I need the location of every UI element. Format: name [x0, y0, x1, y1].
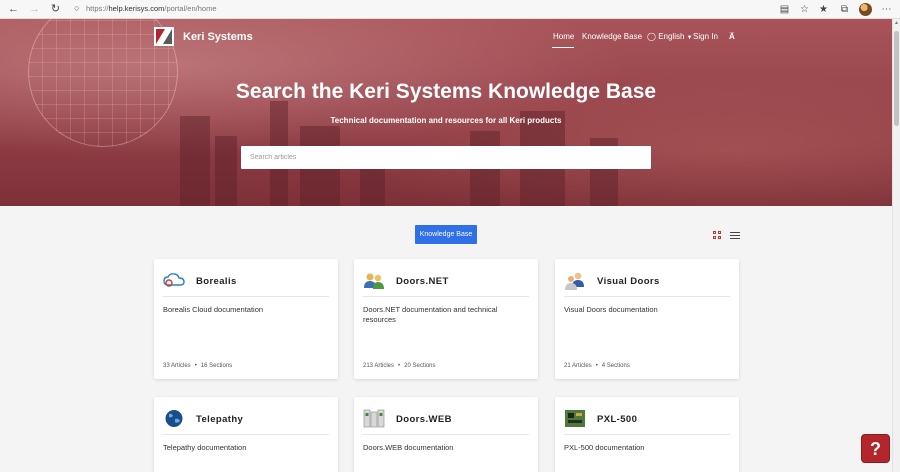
search-input[interactable] — [241, 146, 651, 169]
section-count: 4 Sections — [601, 363, 630, 369]
url-path: /portal/en/home — [164, 4, 217, 13]
category-card-doors-web[interactable]: Doors.WEB Doors.WEB documentation — [354, 397, 538, 472]
card-title[interactable]: Doors.WEB — [396, 414, 452, 425]
card-title[interactable]: Telepathy — [196, 414, 243, 425]
card-description: PXL-500 documentation — [564, 443, 645, 452]
card-description: Borealis Cloud documentation — [163, 305, 264, 314]
grid-view-icon[interactable] — [713, 231, 722, 240]
address-bar[interactable]: https://help.kerisys.com/portal/en/home — [86, 4, 217, 13]
card-divider — [363, 434, 529, 435]
cloud-icon — [163, 273, 185, 287]
nav-home[interactable]: Home — [553, 32, 574, 41]
section-count: 16 Sections — [200, 363, 233, 369]
page-subtitle: Technical documentation and resources fo… — [330, 116, 562, 125]
accessibility-icon[interactable]: A̅ — [729, 32, 735, 41]
category-card-doors-net[interactable]: Doors.NET Doors.NET documentation and te… — [354, 259, 538, 379]
read-aloud-icon[interactable]: ☆ — [798, 3, 811, 16]
caret-down-icon: ▼ — [686, 35, 693, 41]
users-icon — [364, 273, 384, 289]
language-label: English — [658, 32, 685, 41]
category-card-telepathy[interactable]: Telepathy Telepathy documentation — [154, 397, 338, 472]
browser-toolbar: ← → ↻ ○ https://help.kerisys.com/portal/… — [0, 0, 900, 19]
card-title[interactable]: Doors.NET — [396, 276, 449, 287]
collections-icon[interactable]: ⧉ — [838, 3, 851, 16]
article-count: 213 Articles — [363, 363, 395, 369]
circuit-board-icon — [565, 410, 585, 427]
forward-icon[interactable]: → — [28, 3, 41, 16]
card-description: Doors.WEB documentation — [363, 443, 454, 452]
card-description: Doors.NET documentation and technical re… — [363, 305, 498, 324]
article-count: 21 Articles — [564, 363, 592, 369]
nav-active-indicator — [552, 47, 574, 48]
card-divider — [163, 296, 329, 297]
card-stats: 213 Articles • 20 Sections — [363, 363, 436, 369]
url-host: help.kerisys.com — [108, 4, 165, 13]
nav-knowledge-base[interactable]: Knowledge Base — [582, 32, 642, 41]
card-description: Visual Doors documentation — [564, 305, 658, 314]
card-stats: 21 Articles • 4 Sections — [564, 363, 630, 369]
brand-name[interactable]: Keri Systems — [183, 31, 253, 43]
article-count: 33 Articles — [163, 363, 191, 369]
globe-icon — [165, 410, 183, 427]
card-divider — [363, 296, 529, 297]
keri-logo-icon[interactable] — [154, 27, 174, 46]
building-graphic — [215, 136, 237, 206]
list-view-icon[interactable] — [730, 231, 740, 240]
user-group-icon — [565, 272, 584, 290]
card-divider — [163, 434, 329, 435]
server-icon — [363, 409, 385, 428]
knowledge-base-button[interactable]: Knowledge Base — [415, 225, 477, 244]
card-title[interactable]: PXL-500 — [597, 414, 637, 425]
page-title: Search the Keri Systems Knowledge Base — [235, 80, 657, 103]
favorites-icon[interactable]: ★ — [817, 3, 830, 16]
category-card-visual-doors[interactable]: Visual Doors Visual Doors documentation … — [555, 259, 739, 379]
category-card-borealis[interactable]: Borealis Borealis Cloud documentation 33… — [154, 259, 338, 379]
card-title[interactable]: Visual Doors — [597, 276, 660, 287]
sign-in-link[interactable]: Sign In — [693, 32, 718, 41]
card-title[interactable]: Borealis — [196, 276, 237, 287]
card-divider — [564, 434, 730, 435]
back-icon[interactable]: ← — [7, 3, 20, 16]
globe-icon: ◯ — [647, 32, 656, 41]
language-selector[interactable]: ◯ English ▼ — [647, 32, 693, 41]
scroll-up-icon[interactable]: ▲ — [894, 20, 899, 26]
card-stats: 33 Articles • 16 Sections — [163, 363, 233, 369]
page-scrollbar[interactable]: ▲ — [892, 19, 900, 472]
more-menu-icon[interactable]: ⋯ — [880, 3, 893, 16]
refresh-icon[interactable]: ↻ — [49, 3, 62, 16]
reader-view-icon[interactable]: ▤ — [778, 3, 791, 16]
card-divider — [564, 296, 730, 297]
lock-icon[interactable]: ○ — [74, 3, 79, 13]
scroll-thumb[interactable] — [894, 31, 899, 126]
section-count: 20 Sections — [404, 363, 436, 369]
help-button[interactable]: ? — [861, 434, 890, 463]
hero-banner: Keri Systems Home Knowledge Base ◯ Engli… — [0, 19, 892, 206]
url-scheme: https:// — [86, 4, 109, 13]
profile-avatar[interactable] — [859, 3, 872, 16]
category-card-pxl-500[interactable]: PXL-500 PXL-500 documentation — [555, 397, 739, 472]
building-graphic — [180, 116, 210, 206]
card-description: Telepathy documentation — [163, 443, 247, 452]
